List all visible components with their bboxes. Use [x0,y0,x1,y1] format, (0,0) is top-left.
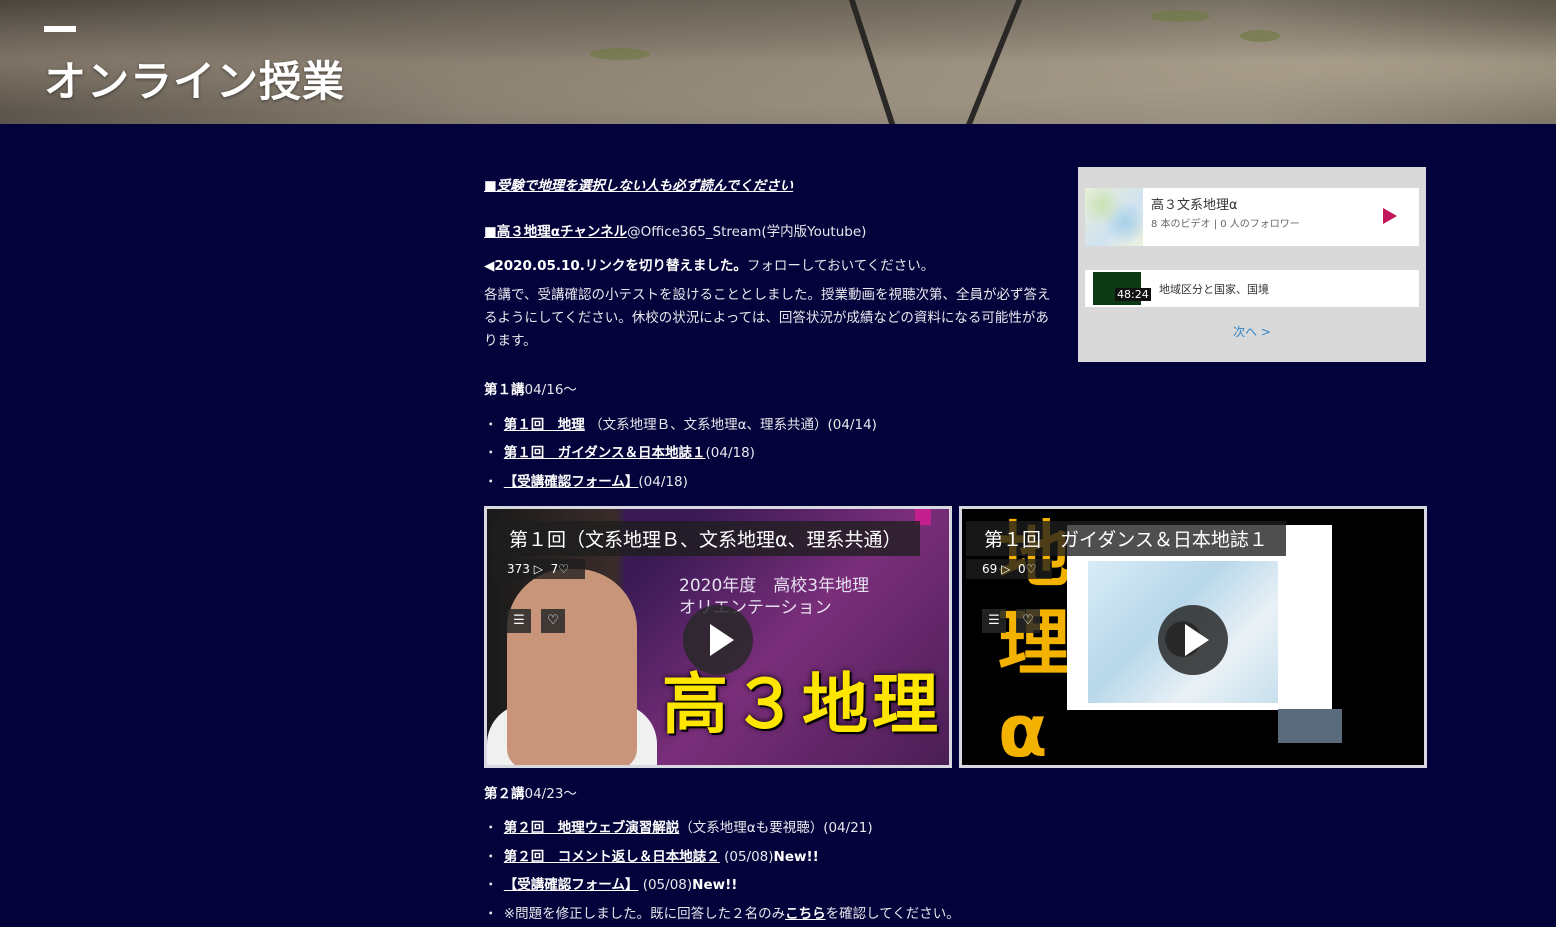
channel-card[interactable]: 高３文系地理α 8 本のビデオ | 0 人のフォロワー [1085,188,1419,246]
notice-link[interactable]: ■受験で地理を選択しない人も必ず読んでください [484,178,793,194]
slide-line-1: 2020年度 高校3年地理 [679,576,870,596]
list-item: 【受講確認フォーム】(04/18) [484,470,688,490]
list-item: 第１回 地理 （文系地理Ｂ、文系地理α、理系共通）(04/14) [484,413,877,433]
video-player-1[interactable]: 2020年度 高校3年地理 オリエンテーション 高３地理 第１回（文系地理Ｂ、文… [484,506,952,768]
switch-row: ◀2020.05.10.リンクを切り替えました。フォローしておいてください。 [484,254,934,274]
header-banner: オンライン授業 [0,0,1556,124]
stream-channel-widget: 高３文系地理α 8 本のビデオ | 0 人のフォロワー 48:24 地域区分と国… [1078,167,1426,362]
lecture2-date: 04/23〜 [524,786,577,802]
video-title: 第１回 ガイダンス＆日本地誌１ [966,521,1286,556]
channel-stats: 8 本のビデオ | 0 人のフォロワー [1151,219,1300,230]
switch-rest: フォローしておいてください。 [746,258,935,274]
channel-thumbnail [1085,188,1143,246]
play-icon[interactable] [683,605,753,675]
heart-icon: ♡ [558,562,570,576]
video-duration: 48:24 [1115,288,1151,301]
channel-row: ■高３地理αチャンネル@Office365_Stream(学内版Youtube) [484,220,866,240]
add-to-playlist-icon[interactable]: ☰ [507,609,531,633]
lecture2-item1-link[interactable]: 第２回 地理ウェブ演習解説 [504,820,680,836]
switch-notice: ◀2020.05.10.リンクを切り替えました。 [484,258,747,274]
add-to-playlist-icon[interactable]: ☰ [982,609,1006,633]
list-item: 【受講確認フォーム】 (05/08)New!! [484,873,738,893]
next-link[interactable]: 次へ > [1078,323,1426,340]
video-stats: 69 ▷ 0♡ [966,559,1053,579]
lecture1-item1-rest: （文系地理Ｂ、文系地理α、理系共通）(04/14) [589,417,877,433]
new-badge: New!! [773,849,819,865]
new-badge: New!! [692,877,738,893]
note-before: ※問題を修正しました。既に回答した２名のみ [503,906,786,922]
banner-rail [845,0,901,124]
heart-icon: ♡ [1025,562,1037,576]
view-count: 69 [982,562,998,576]
lecture1-item2-link[interactable]: 第１回 ガイダンス＆日本地誌１ [504,445,706,461]
views-icon: ▷ [533,562,543,576]
video-title: 第１回（文系地理Ｂ、文系地理α、理系共通） [491,521,920,556]
channel-link[interactable]: ■高３地理αチャンネル [484,224,627,240]
note-link[interactable]: こちら [785,906,826,922]
play-icon[interactable] [1383,208,1397,224]
views-icon: ▷ [1001,562,1011,576]
lecture1-item1-link[interactable]: 第１回 地理 [504,417,585,433]
instructions-paragraph: 各講で、受講確認の小テストを設けることとしました。授業動画を視聴次第、全員が必ず… [484,287,1051,349]
lecture1-item2-rest: (04/18) [705,445,755,461]
presenter-camera [1278,709,1342,743]
view-count: 373 [507,562,530,576]
banner-grass [590,48,650,60]
lecture1-date: 04/16〜 [524,382,577,398]
list-item: 第２回 地理ウェブ演習解説（文系地理αも要視聴）(04/21) [484,816,873,836]
notice-row: ■受験で地理を選択しない人も必ず読んでください [484,174,793,194]
list-item: ※問題を修正しました。既に回答した２名のみこちらを確認してください。 [484,902,960,922]
video-player-2[interactable]: 地理α 第１回 ガイダンス＆日本地誌１ 69 ▷ 0♡ ☰ ♡ [959,506,1427,768]
lecture2-item2-rest: (05/08) [724,849,774,865]
banner-rail [959,0,1027,124]
video-stats: 373 ▷ 7♡ [491,559,586,579]
lecture1-item3-link[interactable]: 【受講確認フォーム】 [504,474,639,490]
like-icon[interactable]: ♡ [541,609,565,633]
lecture2-heading: 第２講04/23〜 [484,782,577,802]
channel-title: 高３文系地理α [1151,198,1238,213]
presenter-face [507,569,637,765]
list-item: 第１回 ガイダンス＆日本地誌１(04/18) [484,441,755,461]
lecture2-item2-link[interactable]: 第２回 コメント返し＆日本地誌２ [504,849,720,865]
video-title: 地域区分と国家、国境 [1159,283,1269,296]
like-count: 0 [1017,562,1026,576]
banner-grass [1150,10,1210,22]
video-card[interactable]: 48:24 地域区分と国家、国境 [1085,270,1419,307]
title-dash [44,26,76,32]
page-title: オンライン授業 [44,57,346,106]
list-item: 第２回 コメント返し＆日本地誌２ (05/08)New!! [484,845,819,865]
lecture2-item3-rest: (05/08) [642,877,693,893]
lecture1-heading: 第１講04/16〜 [484,378,577,398]
lecture2-item1-rest: （文系地理αも要視聴）(04/21) [679,820,873,836]
lecture1-label: 第１講 [484,382,525,398]
lecture2-item3-link[interactable]: 【受講確認フォーム】 [504,877,639,893]
lecture1-item3-rest: (04/18) [638,474,688,490]
like-icon[interactable]: ♡ [1016,609,1040,633]
channel-suffix: @Office365_Stream(学内版Youtube) [627,224,867,240]
play-icon[interactable] [1158,605,1228,675]
note-after: を確認してください。 [825,906,960,922]
banner-grass [1240,30,1280,42]
lecture2-label: 第２講 [484,786,525,802]
